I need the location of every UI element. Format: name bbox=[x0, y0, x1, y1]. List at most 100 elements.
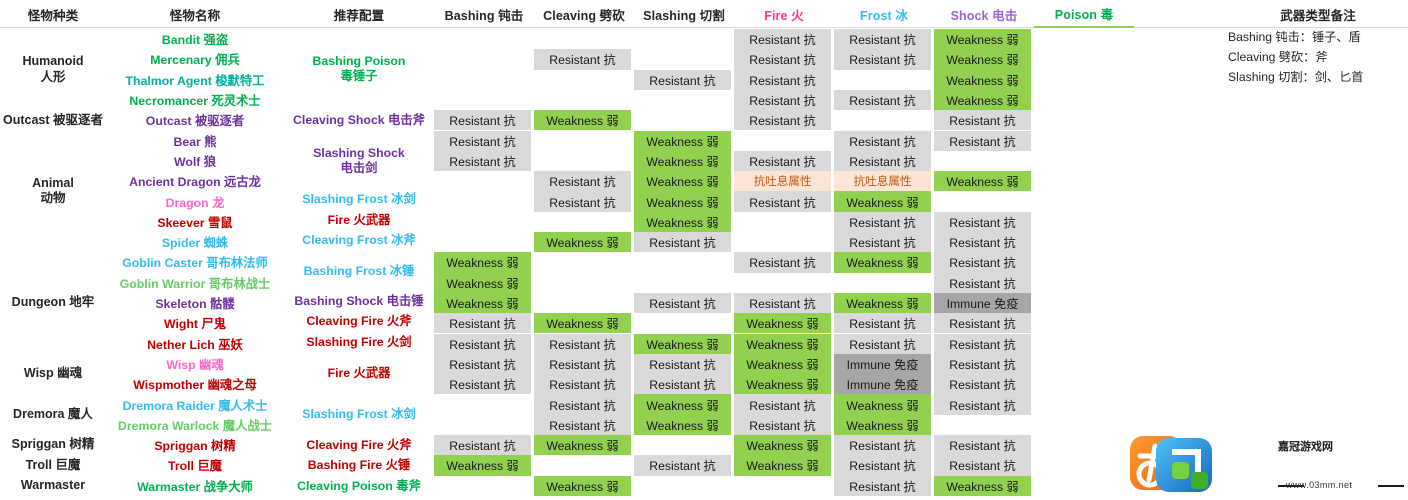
resistance-cell: Resistant 抗 bbox=[634, 353, 731, 375]
resistance-cell-empty bbox=[634, 110, 731, 130]
column-header: Shock 电击 bbox=[950, 8, 1018, 23]
resistance-cell: Weakness 弱 bbox=[534, 475, 631, 496]
resistance-cell-empty bbox=[534, 455, 631, 475]
resistance-cell: Resistant 抗 bbox=[834, 49, 931, 70]
resistance-cell: Resistant 抗 bbox=[934, 110, 1031, 131]
resistance-cell: Weakness 弱 bbox=[934, 49, 1031, 70]
column-header: 怪物种类 bbox=[27, 8, 79, 23]
resistance-cell: Resistant 抗 bbox=[734, 49, 831, 70]
resistance-cell-empty bbox=[934, 415, 1031, 435]
resistance-cell-empty bbox=[534, 151, 631, 171]
resistance-cell-empty bbox=[534, 212, 631, 232]
monster-name-cell: Wolf 狼 bbox=[173, 154, 217, 169]
resistance-cell: Resistant 抗 bbox=[434, 313, 531, 334]
resistance-cell: Weakness 弱 bbox=[534, 313, 631, 334]
resistance-cell: Weakness 弱 bbox=[634, 191, 731, 212]
resistance-cell: Resistant 抗 bbox=[534, 353, 631, 375]
resistance-cell-empty bbox=[734, 131, 831, 151]
resistance-cell: Weakness 弱 bbox=[834, 191, 931, 212]
resistance-cell: Resistant 抗 bbox=[534, 171, 631, 192]
resistance-cell: Weakness 弱 bbox=[434, 292, 531, 314]
resistance-cell-empty bbox=[634, 29, 731, 49]
monster-name-cell: Goblin Warrior 哥布林战士 bbox=[119, 276, 271, 291]
recommended-config-cell: Bashing Shock 电击锤 bbox=[294, 294, 424, 309]
resistance-cell: Resistant 抗 bbox=[534, 394, 631, 415]
resistance-cell: Resistant 抗 bbox=[734, 191, 831, 212]
monster-category-cell: Dungeon 地牢 bbox=[11, 295, 95, 310]
resistance-cell: Resistant 抗 bbox=[434, 374, 531, 395]
resistance-cell: Weakness 弱 bbox=[934, 475, 1031, 496]
resistance-cell: Resistant 抗 bbox=[534, 333, 631, 354]
resistance-cell: Weakness 弱 bbox=[634, 130, 731, 151]
resistance-cell: Weakness 弱 bbox=[734, 435, 831, 456]
resistance-cell: Weakness 弱 bbox=[834, 394, 931, 415]
recommended-config-cell: Bashing Fire 火锤 bbox=[307, 458, 411, 473]
resistance-cell-empty bbox=[534, 273, 631, 293]
resistance-cell: Resistant 抗 bbox=[434, 110, 531, 131]
recommended-config-cell: Bashing Frost 冰锤 bbox=[303, 264, 415, 279]
resistance-cell: Resistant 抗 bbox=[634, 232, 731, 253]
resistance-cell: Resistant 抗 bbox=[434, 333, 531, 354]
resistance-cell: Weakness 弱 bbox=[434, 252, 531, 273]
resistance-cell-empty bbox=[534, 29, 631, 49]
resistance-cell-empty bbox=[434, 476, 531, 496]
monster-name-cell: Warmaster 战争大师 bbox=[137, 479, 253, 494]
resistance-cell: Weakness 弱 bbox=[734, 455, 831, 476]
resistance-cell: Resistant 抗 bbox=[734, 89, 831, 111]
resistance-cell-empty bbox=[634, 252, 731, 272]
resistance-cell: Resistant 抗 bbox=[734, 110, 831, 131]
monster-category-cell: Warmaster bbox=[20, 477, 86, 492]
monster-name-cell: Spider 蜘蛛 bbox=[161, 236, 229, 251]
resistance-cell: Weakness 弱 bbox=[834, 414, 931, 435]
resistance-cell: Resistant 抗 bbox=[434, 150, 531, 172]
resistance-cell-empty bbox=[534, 90, 631, 110]
resistance-cell: Resistant 抗 bbox=[934, 313, 1031, 334]
resistance-cell-empty bbox=[634, 435, 731, 455]
resistance-cell: Resistant 抗 bbox=[634, 292, 731, 314]
resistance-cell-empty bbox=[534, 70, 631, 90]
resistance-cell: Resistant 抗 bbox=[734, 394, 831, 415]
monster-name-cell: Mercenary 佣兵 bbox=[150, 53, 240, 68]
monster-name-cell: Wight 尸鬼 bbox=[163, 317, 227, 332]
resistance-cell: Resistant 抗 bbox=[634, 455, 731, 476]
monster-name-cell: Dragon 龙 bbox=[165, 195, 225, 210]
watermark-text: 嘉冠游戏网 bbox=[1278, 441, 1333, 453]
note-line: Slashing 切割：剑、匕首 bbox=[1228, 69, 1364, 84]
monster-name-cell: Goblin Caster 哥布林法师 bbox=[122, 256, 268, 271]
resistance-cell: Weakness 弱 bbox=[734, 333, 831, 354]
resistance-cell: Resistant 抗 bbox=[834, 89, 931, 111]
monster-category-cell: Wisp 幽魂 bbox=[23, 366, 83, 381]
resistance-cell: Weakness 弱 bbox=[534, 232, 631, 253]
resistance-cell: Weakness 弱 bbox=[634, 333, 731, 354]
monster-category-cell: Dremora 魔人 bbox=[13, 406, 93, 421]
resistance-cell: Resistant 抗 bbox=[434, 435, 531, 456]
site-watermark: 嘉冠游戏网 www.03mm.net bbox=[1128, 430, 1408, 500]
resistance-cell: Weakness 弱 bbox=[734, 353, 831, 375]
resistance-cell: Resistant 抗 bbox=[834, 232, 931, 253]
recommended-config-cell: Cleaving Frost 冰斧 bbox=[302, 233, 416, 248]
resistance-cell-empty bbox=[434, 415, 531, 435]
resistance-cell: Resistant 抗 bbox=[834, 211, 931, 232]
resistance-cell-empty bbox=[434, 171, 531, 191]
resistance-cell: Weakness 弱 bbox=[434, 272, 531, 293]
resistance-cell: Weakness 弱 bbox=[734, 374, 831, 395]
resistance-cell-empty bbox=[434, 29, 531, 49]
resistance-cell-empty bbox=[834, 70, 931, 90]
resistance-cell: Resistant 抗 bbox=[834, 29, 931, 50]
column-header: Cleaving 劈砍 bbox=[543, 8, 625, 23]
monster-name-cell: Skeleton 骷髅 bbox=[155, 297, 235, 312]
resistance-cell: Resistant 抗 bbox=[934, 435, 1031, 456]
resistance-cell: Weakness 弱 bbox=[734, 313, 831, 334]
resistance-cell: Weakness 弱 bbox=[934, 171, 1031, 192]
resistance-cell: Resistant 抗 bbox=[734, 29, 831, 50]
monster-category-cell: Outcast 被驱逐者 bbox=[2, 112, 103, 127]
resistance-cell-empty bbox=[534, 131, 631, 151]
monster-name-cell: Nether Lich 巫妖 bbox=[147, 337, 243, 352]
resistance-cell: Resistant 抗 bbox=[934, 252, 1031, 273]
monster-name-cell: Skeever 雪鼠 bbox=[157, 215, 233, 230]
resistance-cell: Resistant 抗 bbox=[934, 272, 1031, 293]
resistance-cell: Resistant 抗 bbox=[734, 414, 831, 435]
monster-category-cell: Animal 动物 bbox=[32, 175, 74, 206]
resistance-cell-empty bbox=[734, 212, 831, 232]
resistance-cell-empty bbox=[434, 191, 531, 211]
